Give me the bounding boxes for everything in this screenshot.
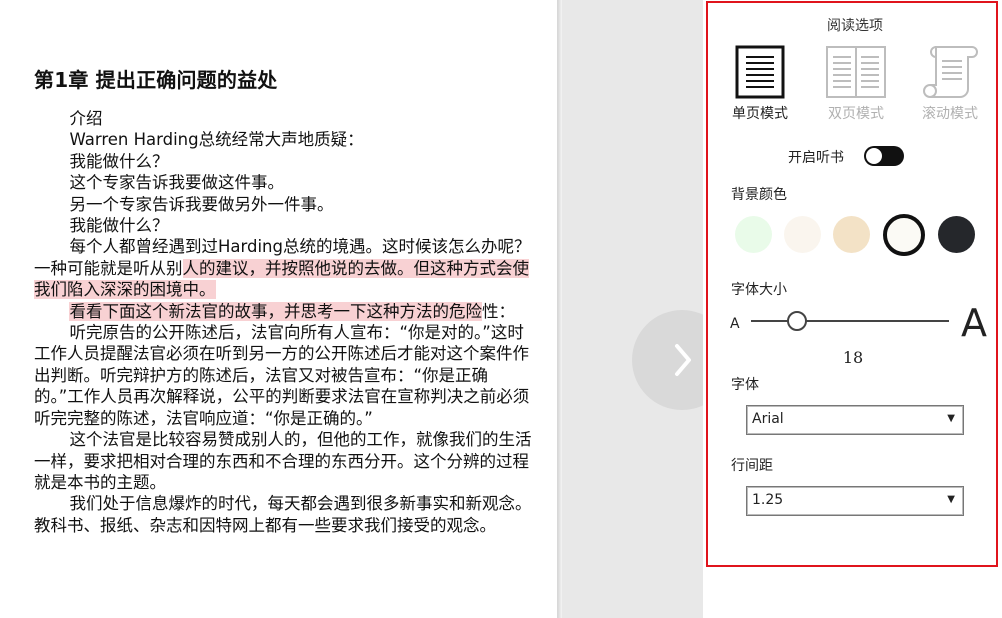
paragraph-text: 这个法官是比较容易赞成别人的，但他的工作，就像我们的生活一样，要求把相对合理的东… (34, 430, 532, 492)
font-size-slider[interactable] (751, 311, 949, 331)
double-page-mode-label: 双页模式 (828, 106, 884, 122)
toggle-knob (866, 148, 882, 164)
line-spacing-label: 行间距 (731, 458, 773, 474)
scroll-icon (923, 46, 978, 98)
chevron-right-icon (675, 344, 691, 376)
single-page-mode-button[interactable]: 单页模式 (720, 45, 800, 123)
single-page-mode-label: 单页模式 (732, 106, 788, 122)
paragraph-text: 听完原告的公开陈述后，法官向所有人宣布：“你是对的。”这时工作人员提醒法官必须在… (34, 323, 530, 428)
book-paragraph: 这个专家告诉我要做这件事。 (34, 172, 534, 193)
paragraph-text: 我能做什么？ (69, 216, 169, 236)
font-size-slider-thumb[interactable] (787, 311, 807, 331)
line-spacing-select[interactable]: 1.25 ▼ (746, 486, 964, 516)
font-size-value: 18 (842, 348, 864, 367)
page-edge (558, 0, 562, 618)
tts-label: 开启听书 (788, 150, 844, 166)
single-page-icon (735, 45, 785, 99)
book-paragraph: 介绍 (34, 108, 534, 129)
book-paragraph: 我能做什么？ (34, 215, 534, 236)
caret-down-icon: ▼ (947, 494, 955, 505)
book-paragraph: 我能做什么？ (34, 151, 534, 172)
paragraph-text: 另一个专家告诉我要做另外一件事。 (69, 194, 334, 214)
reading-options-panel: 阅读选项 单页模式 双页模式 滚动模式 开启听书 背景颜色 字体大小 A A 1… (703, 0, 1002, 618)
double-page-icon (826, 46, 886, 98)
chapter-title: 第1章 提出正确问题的益处 (34, 68, 278, 92)
book-paragraph: 看看下面这个新法官的故事，并思考一下这种方法的危险性： (34, 301, 534, 322)
scroll-mode-button[interactable]: 滚动模式 (910, 45, 990, 123)
paragraph-text: 我能做什么？ (69, 151, 169, 171)
font-size-label: 字体大小 (731, 282, 787, 298)
book-paragraph: 这个法官是比较容易赞成别人的，但他的工作，就像我们的生活一样，要求把相对合理的东… (34, 429, 534, 493)
bg-swatch-off-white[interactable] (784, 216, 821, 253)
tts-toggle[interactable] (864, 146, 904, 166)
book-paragraph: 另一个专家告诉我要做另外一件事。 (34, 194, 534, 215)
book-page: 第1章 提出正确问题的益处 介绍 Warren Harding总统经常大声地质疑：… (0, 0, 558, 618)
paragraph-text: 介绍 (69, 109, 103, 128)
font-label: 字体 (731, 377, 759, 393)
panel-title: 阅读选项 (827, 18, 883, 34)
font-size-small-glyph: A (730, 316, 740, 332)
double-page-mode-button[interactable]: 双页模式 (816, 45, 896, 123)
line-spacing-select-value: 1.25 (752, 492, 784, 508)
paragraph-text: Warren Harding总统经常大声地质疑： (69, 130, 364, 150)
bg-swatch-beige[interactable] (833, 216, 870, 253)
paragraph-text: 这个专家告诉我要做这件事。 (69, 173, 284, 193)
highlighted-text: 看看下面这个新法官的故事，并思考一下这种方法的危险 (69, 301, 482, 321)
bg-swatch-light-green[interactable] (735, 216, 772, 253)
book-paragraph: Warren Harding总统经常大声地质疑： (34, 129, 534, 150)
font-select[interactable]: Arial ▼ (746, 405, 964, 435)
caret-down-icon: ▼ (947, 413, 955, 424)
paragraph-text: 性： (481, 301, 515, 321)
book-text: 介绍 Warren Harding总统经常大声地质疑： 我能做什么？ 这个专家告诉我要… (34, 108, 534, 536)
book-paragraph: 我们处于信息爆炸的时代，每天都会遇到很多新事实和新观念。教科书、报纸、杂志和因特… (34, 493, 534, 536)
options-border: 阅读选项 单页模式 双页模式 滚动模式 开启听书 背景颜色 字体大小 A A 1… (706, 1, 998, 567)
paragraph-text: 我们处于信息爆炸的时代，每天都会遇到很多新事实和新观念。教科书、报纸、杂志和因特… (34, 494, 532, 535)
book-paragraph: 听完原告的公开陈述后，法官向所有人宣布：“你是对的。”这时工作人员提醒法官必须在… (34, 322, 534, 429)
bg-swatch-dark[interactable] (938, 216, 975, 253)
scroll-mode-label: 滚动模式 (922, 106, 978, 122)
bg-swatch-white-selected[interactable] (883, 214, 925, 256)
font-size-large-glyph: A (961, 301, 987, 345)
book-paragraph: 每个人都曾经遇到过Harding总统的境遇。这时候该怎么办呢？一种可能就是听从别… (34, 236, 534, 300)
background-color-label: 背景颜色 (731, 187, 787, 203)
font-select-value: Arial (752, 411, 784, 427)
